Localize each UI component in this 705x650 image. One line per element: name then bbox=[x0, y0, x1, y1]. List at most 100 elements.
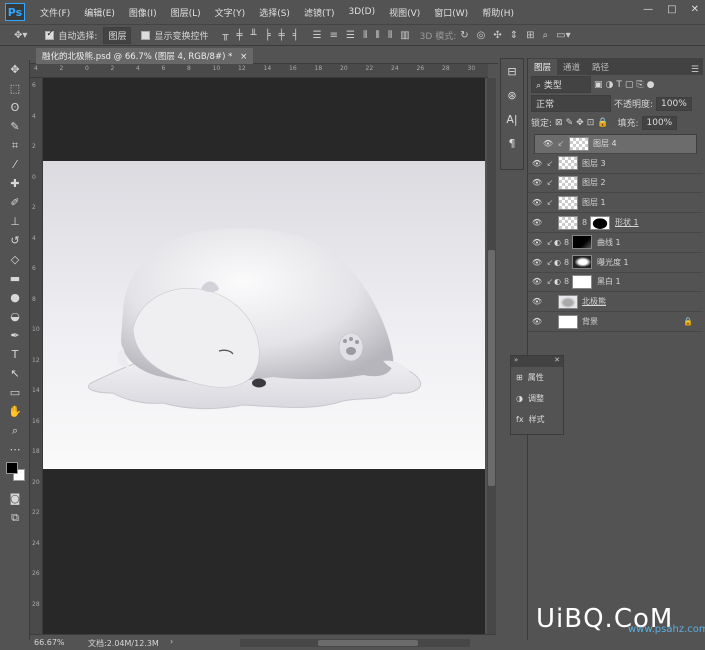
panel-menu-icon[interactable]: ☰ bbox=[691, 65, 699, 75]
layer-row[interactable]: 👁 ↙ 图层 2 bbox=[528, 174, 703, 194]
menu-help[interactable]: 帮助(H) bbox=[475, 6, 521, 19]
brush-icon[interactable]: ✐ bbox=[0, 193, 30, 212]
stamp-icon[interactable]: ⊥ bbox=[0, 212, 30, 231]
distribute-bottom-icon[interactable]: ☰ bbox=[346, 30, 355, 41]
distribute-hcenter-icon[interactable]: ⦀ bbox=[375, 30, 379, 41]
workspace-switcher-icon[interactable]: ▭▾ bbox=[556, 30, 570, 41]
marquee-icon[interactable]: ⬚ bbox=[0, 79, 30, 98]
status-arrow-icon[interactable]: › bbox=[170, 637, 173, 646]
filter-toggle-icon[interactable]: ● bbox=[647, 80, 655, 90]
3d-rotate-icon[interactable]: ↻ bbox=[460, 30, 468, 41]
lasso-icon[interactable]: ʘ bbox=[0, 98, 30, 117]
filter-pixel-icon[interactable]: ▣ bbox=[594, 80, 603, 90]
layer-row[interactable]: 👁 ↙ ◐ 8 曲线 1 bbox=[528, 233, 703, 253]
quick-mask-icon[interactable]: ◙ bbox=[0, 489, 30, 508]
styles-panel-button[interactable]: fx 样式 bbox=[511, 409, 563, 430]
close-button[interactable]: ✕ bbox=[691, 4, 699, 15]
character-panel-icon[interactable]: A| bbox=[501, 107, 523, 131]
menu-image[interactable]: 图像(I) bbox=[122, 6, 164, 19]
properties-panel-button[interactable]: ⊞ 属性 bbox=[511, 367, 563, 388]
blur-icon[interactable]: ● bbox=[0, 288, 30, 307]
layer-name[interactable]: 曲线 1 bbox=[597, 237, 621, 248]
layer-row[interactable]: 👁 ↙ ◐ 8 曝光度 1 bbox=[528, 253, 703, 273]
menu-layer[interactable]: 图层(L) bbox=[164, 6, 208, 19]
fill-field[interactable]: 100% bbox=[641, 115, 678, 130]
close-icon[interactable]: ✕ bbox=[554, 356, 560, 367]
eye-icon[interactable]: 👁 bbox=[528, 178, 546, 187]
zoom-level[interactable]: 66.67% bbox=[34, 638, 65, 647]
layer-row[interactable]: 👁 ↙ 图层 3 bbox=[528, 154, 703, 174]
distribute-right-icon[interactable]: ⦀ bbox=[388, 30, 392, 41]
3d-drag-icon[interactable]: ✣ bbox=[493, 30, 501, 41]
menu-view[interactable]: 视图(V) bbox=[382, 6, 427, 19]
lock-image-icon[interactable]: ✎ bbox=[566, 118, 574, 128]
distribute-left-icon[interactable]: ⦀ bbox=[363, 30, 367, 41]
eye-icon[interactable]: 👁 bbox=[528, 317, 546, 326]
eye-icon[interactable]: 👁 bbox=[528, 258, 546, 267]
dodge-icon[interactable]: ◒ bbox=[0, 307, 30, 326]
3d-roll-icon[interactable]: ◎ bbox=[477, 30, 486, 41]
hand-icon[interactable]: ✋ bbox=[0, 402, 30, 421]
tab-layers[interactable]: 图层 bbox=[528, 59, 558, 75]
layer-name[interactable]: 图层 4 bbox=[593, 138, 617, 149]
auto-select-dropdown[interactable]: 图层 bbox=[103, 26, 132, 44]
floating-panel-header[interactable]: » ✕ bbox=[511, 356, 563, 367]
horizontal-scroll-thumb[interactable] bbox=[318, 640, 418, 646]
blend-mode-dropdown[interactable]: 正常 bbox=[531, 95, 611, 112]
auto-select-checkbox[interactable] bbox=[45, 29, 55, 40]
menu-type[interactable]: 文字(Y) bbox=[208, 6, 253, 19]
healing-icon[interactable]: ✚ bbox=[0, 174, 30, 193]
lock-position-icon[interactable]: ✥ bbox=[576, 118, 584, 128]
document-pasteboard[interactable] bbox=[43, 78, 485, 634]
auto-align-icon[interactable]: ▥ bbox=[400, 30, 409, 41]
opacity-field[interactable]: 100% bbox=[656, 96, 692, 111]
lock-all-icon[interactable]: 🔒 bbox=[597, 118, 608, 128]
maximize-button[interactable]: □ bbox=[667, 4, 676, 15]
layer-row[interactable]: 👁 背景 🔒 bbox=[528, 312, 703, 332]
crop-icon[interactable]: ⌗ bbox=[0, 136, 30, 155]
history-panel-icon[interactable]: ⊟ bbox=[501, 59, 523, 83]
history-brush-icon[interactable]: ↺ bbox=[0, 231, 30, 250]
eye-icon[interactable]: 👁 bbox=[539, 139, 557, 148]
eye-icon[interactable]: 👁 bbox=[528, 198, 546, 207]
document-canvas[interactable] bbox=[43, 161, 485, 469]
layer-row[interactable]: 👁 ↙ 图层 1 bbox=[528, 193, 703, 214]
layer-name[interactable]: 背景 bbox=[582, 316, 598, 327]
zoom-icon[interactable]: ⌕ bbox=[0, 421, 30, 440]
quick-select-icon[interactable]: ✎ bbox=[0, 117, 30, 136]
adjustments-panel-button[interactable]: ◑ 调整 bbox=[511, 388, 563, 409]
layer-row[interactable]: 👁 ↙ 图层 4 bbox=[534, 134, 697, 154]
horizontal-scrollbar[interactable] bbox=[240, 639, 470, 647]
lock-artboard-icon[interactable]: ⊡ bbox=[587, 118, 595, 128]
expand-icon[interactable]: » bbox=[514, 356, 518, 367]
filter-smart-icon[interactable]: ⎘ bbox=[636, 80, 643, 90]
type-icon[interactable]: T bbox=[0, 345, 30, 364]
distribute-top-icon[interactable]: ☰ bbox=[313, 30, 322, 41]
align-vcenter-icon[interactable]: ╪ bbox=[237, 30, 243, 41]
layer-name[interactable]: 北极熊 bbox=[582, 296, 606, 307]
3d-slide-icon[interactable]: ⇕ bbox=[510, 30, 518, 41]
filter-type-icon[interactable]: T bbox=[616, 80, 622, 90]
brush-presets-icon[interactable]: ⊛ bbox=[501, 83, 523, 107]
pen-icon[interactable]: ✒ bbox=[0, 326, 30, 345]
3d-scale-icon[interactable]: ⊞ bbox=[526, 30, 534, 41]
layer-row[interactable]: 👁 ↙ ◐ 8 黑白 1 bbox=[528, 273, 703, 293]
eraser-icon[interactable]: ◇ bbox=[0, 250, 30, 269]
show-transform-checkbox[interactable] bbox=[141, 30, 151, 40]
layer-name[interactable]: 黑白 1 bbox=[597, 276, 621, 287]
document-info[interactable]: 文档:2.04M/12.3M bbox=[88, 638, 159, 649]
align-top-icon[interactable]: ╥ bbox=[222, 30, 228, 41]
eye-icon[interactable]: 👁 bbox=[528, 297, 546, 306]
tab-channels[interactable]: 通道 bbox=[557, 59, 586, 75]
foreground-color-swatch[interactable] bbox=[6, 462, 18, 474]
shape-icon[interactable]: ▭ bbox=[0, 383, 30, 402]
screen-mode-icon[interactable]: ⧉ bbox=[0, 508, 30, 527]
align-hcenter-icon[interactable]: ╪ bbox=[279, 30, 285, 41]
menu-window[interactable]: 窗口(W) bbox=[427, 6, 475, 19]
lock-transparent-icon[interactable]: ⊠ bbox=[555, 118, 563, 128]
gradient-icon[interactable]: ▬ bbox=[0, 269, 30, 288]
menu-file[interactable]: 文件(F) bbox=[33, 6, 77, 19]
filter-shape-icon[interactable]: ▢ bbox=[625, 80, 634, 90]
layer-name[interactable]: 图层 2 bbox=[582, 177, 606, 188]
layer-row[interactable]: 👁 北极熊 bbox=[528, 292, 703, 313]
